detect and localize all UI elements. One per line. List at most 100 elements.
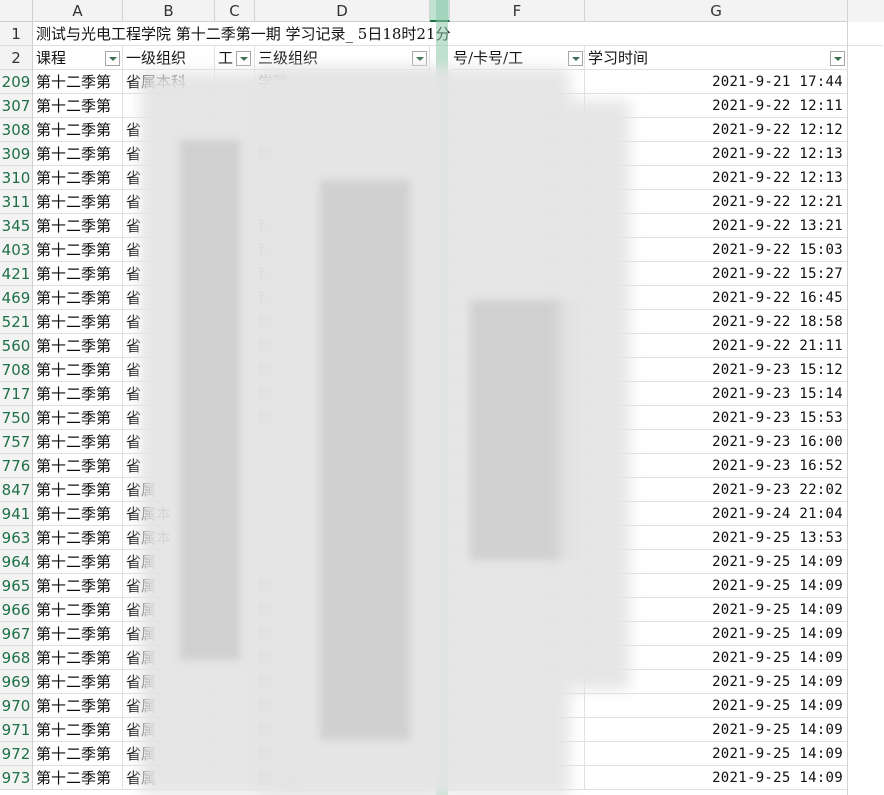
cell-org2[interactable] (215, 238, 255, 262)
cell-org3[interactable] (255, 118, 430, 142)
cell-study-time[interactable]: 2021-9-25 14:09 (585, 646, 848, 670)
cell-study-time[interactable]: 2021-9-25 14:09 (585, 550, 848, 574)
cell-org3[interactable]: 院南昌 (255, 718, 430, 742)
row-header[interactable]: 708 (0, 358, 33, 382)
cell-e[interactable] (430, 598, 450, 622)
cell-org2[interactable] (215, 646, 255, 670)
cell-org1[interactable]: 省属 (123, 574, 215, 598)
cell-course[interactable]: 第十二季第 (33, 166, 123, 190)
cell-student-id[interactable] (450, 718, 585, 742)
cell-org2[interactable] (215, 334, 255, 358)
row-header[interactable]: 521 (0, 310, 33, 334)
row-header[interactable]: 310 (0, 166, 33, 190)
cell-org3[interactable]: 院 (255, 622, 430, 646)
cell-study-time[interactable]: 2021-9-22 12:13 (585, 142, 848, 166)
cell-org1[interactable]: 省 (123, 238, 215, 262)
cell-e[interactable] (430, 694, 450, 718)
cell-org3[interactable] (255, 550, 430, 574)
cell-org1[interactable]: 省属 (123, 478, 215, 502)
filter-dropdown-icon[interactable] (105, 51, 120, 66)
cell-course[interactable]: 第十二季第 (33, 190, 123, 214)
cell-e[interactable] (430, 670, 450, 694)
cell-org1[interactable]: 省属 (123, 598, 215, 622)
cell-course[interactable]: 第十二季第 (33, 142, 123, 166)
cell-org1[interactable]: 省 (123, 166, 215, 190)
row-header[interactable]: 973 (0, 766, 33, 790)
cell-study-time[interactable]: 2021-9-25 14:09 (585, 670, 848, 694)
cell-course[interactable]: 第十二季第 (33, 550, 123, 574)
cell-course[interactable]: 第十二季第 (33, 718, 123, 742)
cell-org1[interactable]: 省属 (123, 646, 215, 670)
cell-e[interactable] (430, 94, 450, 118)
cell-e[interactable] (430, 142, 450, 166)
cell-course[interactable]: 第十二季第 (33, 694, 123, 718)
cell-study-time[interactable]: 2021-9-25 14:09 (585, 574, 848, 598)
cell-study-time[interactable]: 2021-9-25 14:09 (585, 622, 848, 646)
cell-org2[interactable] (215, 670, 255, 694)
cell-course[interactable]: 第十二季第 (33, 742, 123, 766)
cell-org3[interactable]: 院 (255, 310, 430, 334)
cell-org3[interactable] (255, 502, 430, 526)
cell-course[interactable]: 第十二季第 (33, 766, 123, 790)
cell-org2[interactable] (215, 214, 255, 238)
cell-course[interactable]: 第十二季第 (33, 406, 123, 430)
cell-study-time[interactable]: 2021-9-22 12:13 (585, 166, 848, 190)
row-header[interactable]: 309 (0, 142, 33, 166)
cell-e[interactable] (430, 358, 450, 382)
cell-e[interactable] (430, 334, 450, 358)
cell-study-time[interactable]: 2021-9-21 17:44 (585, 70, 848, 94)
cell-org2[interactable] (215, 406, 255, 430)
cell-student-id[interactable] (450, 598, 585, 622)
cell-org2[interactable] (215, 94, 255, 118)
cell-e[interactable] (430, 550, 450, 574)
cell-org1[interactable]: 省属 (123, 694, 215, 718)
cell-org2[interactable] (215, 694, 255, 718)
cell-study-time[interactable]: 2021-9-23 15:53 (585, 406, 848, 430)
row-header[interactable]: 968 (0, 646, 33, 670)
cell-student-id[interactable] (450, 310, 585, 334)
cell-org2[interactable] (215, 766, 255, 790)
cell-org3[interactable]: 学院 (255, 70, 430, 94)
cell-e[interactable] (430, 574, 450, 598)
cell-course[interactable]: 第十二季第 (33, 670, 123, 694)
cell-org1[interactable]: 省 (123, 382, 215, 406)
cell-org2[interactable] (215, 430, 255, 454)
cell-student-id[interactable] (450, 238, 585, 262)
cell-e[interactable] (430, 766, 450, 790)
cell-org2[interactable] (215, 142, 255, 166)
cell-org3[interactable]: 院 (255, 382, 430, 406)
cell-course[interactable]: 第十二季第 (33, 310, 123, 334)
cell-study-time[interactable]: 2021-9-23 15:14 (585, 382, 848, 406)
cell-study-time[interactable]: 2021-9-25 14:09 (585, 766, 848, 790)
cell-org3[interactable]: 院 (255, 646, 430, 670)
cell-course[interactable]: 第十二季第 (33, 286, 123, 310)
cell-student-id[interactable] (450, 286, 585, 310)
cell-org3[interactable]: 院南 (255, 694, 430, 718)
cell-study-time[interactable]: 2021-9-23 15:12 (585, 358, 848, 382)
cell-student-id[interactable] (450, 694, 585, 718)
cell-study-time[interactable]: 2021-9-22 18:58 (585, 310, 848, 334)
row-header[interactable]: 403 (0, 238, 33, 262)
column-header-e[interactable] (430, 0, 450, 22)
column-header-d[interactable]: D (255, 0, 430, 22)
cell-student-id[interactable] (450, 550, 585, 574)
row-header[interactable]: 757 (0, 430, 33, 454)
header-student-id[interactable]: 号/卡号/工 (450, 46, 585, 70)
cell-student-id[interactable] (450, 766, 585, 790)
cell-study-time[interactable]: 2021-9-25 14:09 (585, 694, 848, 718)
cell-e[interactable] (430, 430, 450, 454)
cell-course[interactable]: 第十二季第 (33, 646, 123, 670)
header-org1[interactable]: 一级组织 (123, 46, 215, 70)
cell-student-id[interactable] (450, 70, 585, 94)
row-header[interactable]: 969 (0, 670, 33, 694)
cell-e[interactable] (430, 718, 450, 742)
cell-org1[interactable]: 省 (123, 190, 215, 214)
cell-org1[interactable]: 省 (123, 406, 215, 430)
cell-study-time[interactable]: 2021-9-22 12:21 (585, 190, 848, 214)
row-header[interactable]: 717 (0, 382, 33, 406)
cell-course[interactable]: 第十二季第 (33, 94, 123, 118)
cell-org3[interactable]: 院 (255, 574, 430, 598)
cell-e[interactable] (430, 70, 450, 94)
cell-e[interactable] (430, 118, 450, 142)
cell-study-time[interactable]: 2021-9-25 14:09 (585, 598, 848, 622)
